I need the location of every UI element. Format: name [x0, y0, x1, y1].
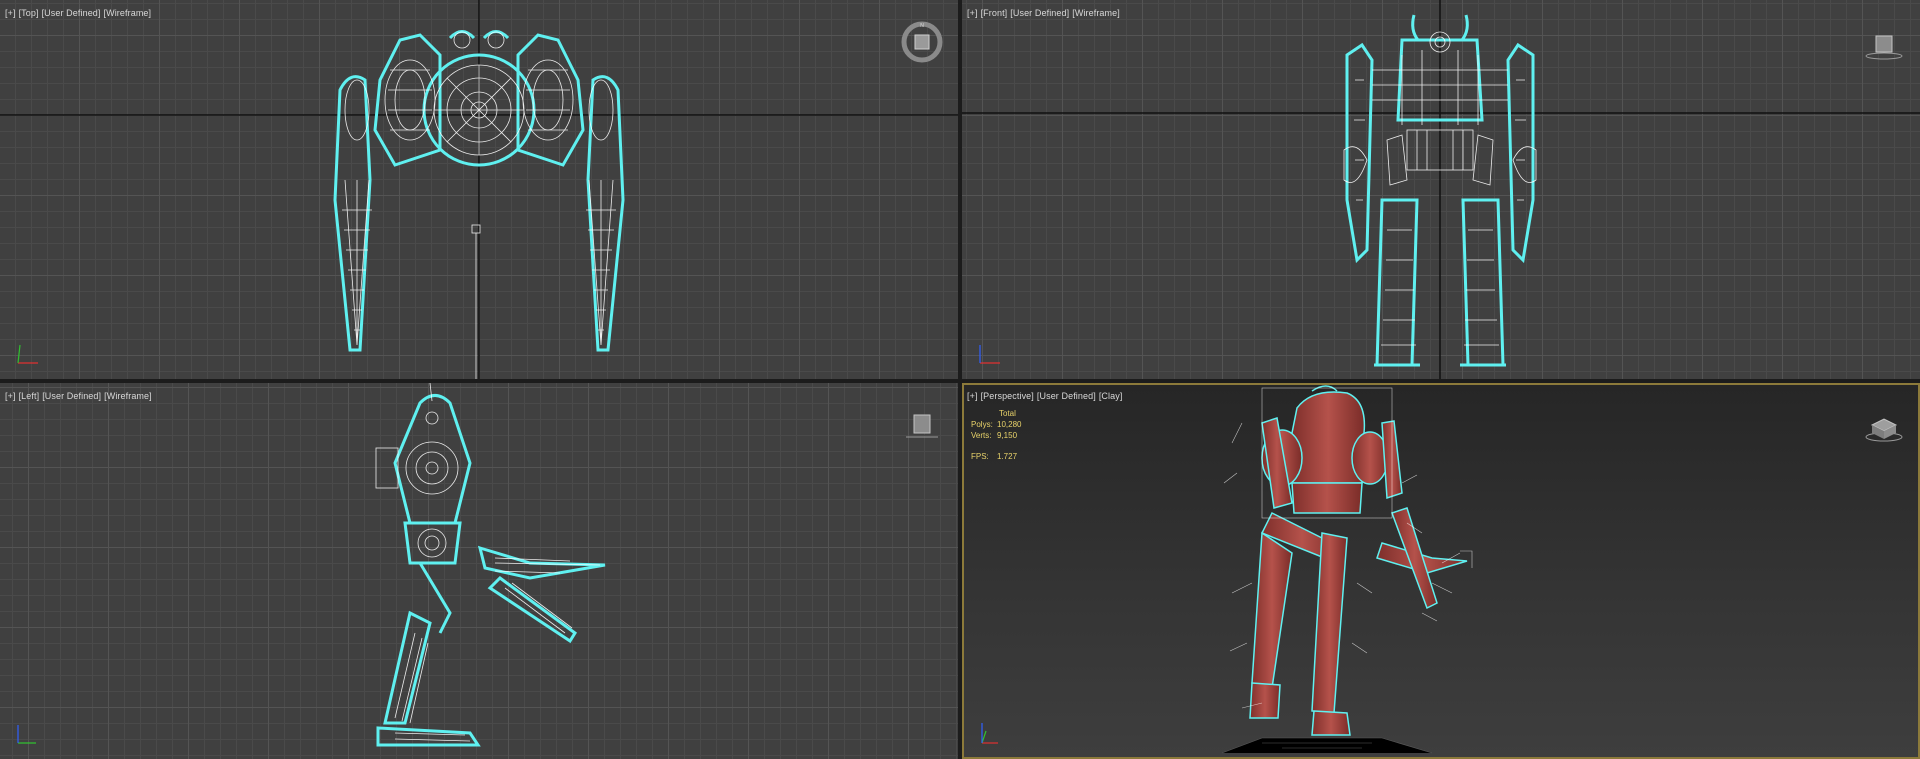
viewcube-icon[interactable] [1862, 405, 1906, 449]
top-wireframe-model[interactable] [0, 0, 958, 379]
viewport-top[interactable]: [+] [Top] [User Defined] [Wireframe] N [0, 0, 958, 379]
compass-icon[interactable]: N [900, 20, 944, 64]
axis-tripod-icon [981, 723, 998, 744]
front-wireframe-model[interactable] [962, 0, 1920, 379]
viewcube-icon[interactable] [1862, 22, 1906, 66]
viewport-perspective[interactable]: [+] [Perspective] [User Defined] [Clay] Tot… [962, 383, 1920, 759]
viewport-front[interactable]: [+] [Front] [User Defined] [Wireframe] [962, 0, 1920, 379]
viewcube-icon[interactable] [900, 405, 944, 449]
svg-text:N: N [920, 23, 924, 29]
axis-tripod-icon [17, 344, 38, 364]
perspective-clay-model[interactable] [962, 383, 1920, 759]
axis-tripod-icon [17, 725, 36, 744]
left-wireframe-model[interactable] [0, 383, 958, 759]
viewport-left[interactable]: [+] [Left] [User Defined] [Wireframe] [0, 383, 958, 759]
axis-tripod-icon [979, 345, 1000, 364]
